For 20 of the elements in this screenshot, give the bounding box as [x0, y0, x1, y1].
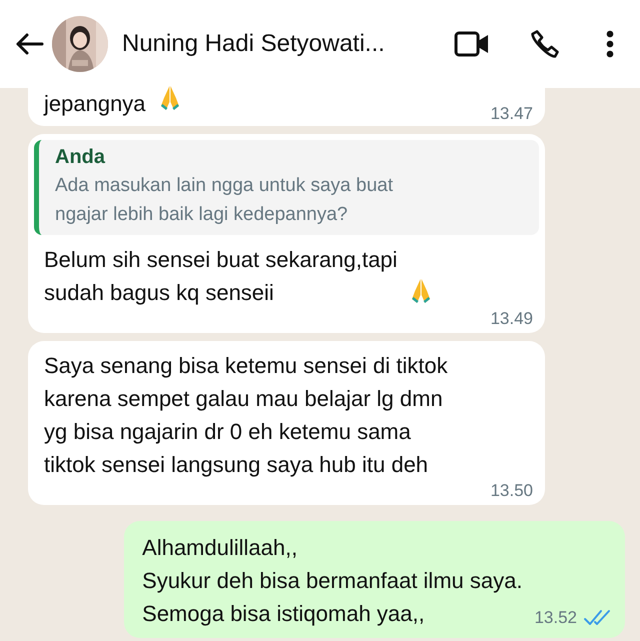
message-bubble[interactable]: jepangnya 13.47 — [28, 88, 545, 126]
quoted-message[interactable]: Anda Ada masukan lain ngga untuk saya buat ngajar lebih baik lagi kedepannya? — [34, 140, 539, 235]
back-arrow-icon[interactable] — [14, 32, 44, 56]
message-text: Saya senang bisa ketemu sensei di tiktok karena sempet galau mau belajar lg dmn yg bisa ngajarin dr 0 eh ketemu sama tiktok sensei langsung saya hub itu deh — [44, 352, 448, 479]
message-bubble[interactable]: Saya senang bisa ketemu sensei di tiktok karena sempet galau mau belajar lg dmn yg bisa ngajarin dr 0 eh ketemu sama tiktok sensei langsung saya hub itu deh 13.50 — [28, 341, 545, 505]
contact-name[interactable]: Nuning Hadi Setyowati... — [122, 30, 414, 58]
quote-text: Ada masukan lain ngga untuk saya buat ngajar lebih baik lagi kedepannya? — [55, 174, 394, 227]
message-time: 13.49 — [490, 309, 533, 329]
quote-author: Anda — [55, 146, 106, 169]
menu-icon[interactable] — [606, 30, 614, 58]
message-time: 13.52 — [534, 608, 577, 628]
message-time: 13.47 — [490, 104, 533, 124]
message-text: Belum sih sensei buat sekarang,tapi sudah bagus kq senseii — [44, 246, 398, 307]
message-bubble[interactable]: Anda Ada masukan lain ngga untuk saya buat ngajar lebih baik lagi kedepannya? Belum sih sensei buat sekarang,tapi sudah bagus kq senseii 13.49 — [28, 134, 545, 333]
message-text: Alhamdulillaah,, Syukur deh bisa bermanfaat ilmu saya. Semoga bisa istiqomah yaa,, — [142, 534, 522, 628]
message-bubble[interactable]: Alhamdulillaah,, Syukur deh bisa bermanfaat ilmu saya. Semoga bisa istiqomah yaa,, 13.52 — [124, 521, 625, 638]
message-text: jepangnya — [44, 92, 146, 116]
phone-icon[interactable] — [530, 29, 560, 59]
message-time: 13.50 — [490, 481, 533, 501]
video-call-icon[interactable] — [454, 30, 490, 58]
